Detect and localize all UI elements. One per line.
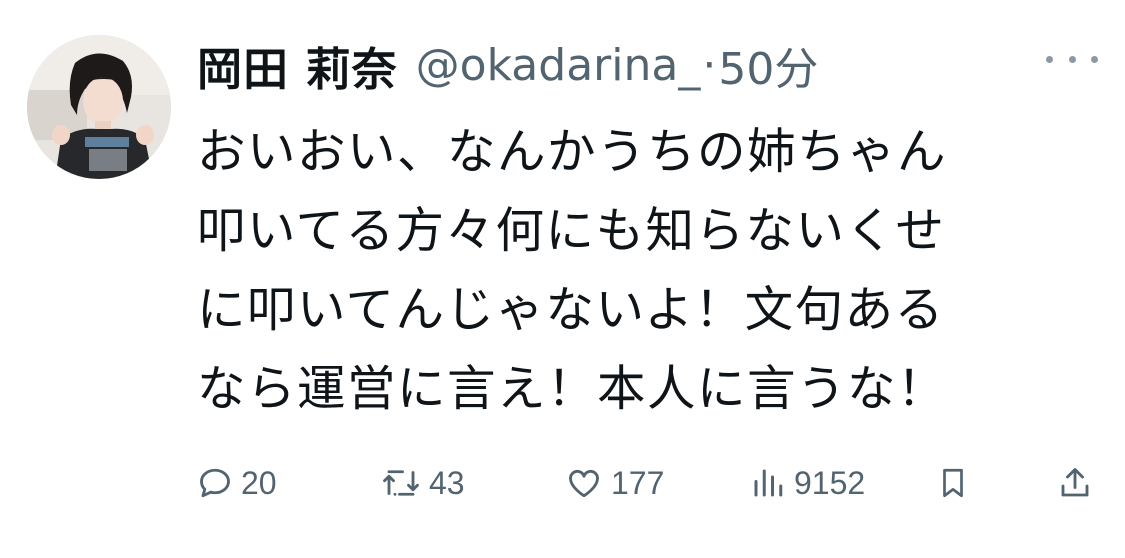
bar-chart-icon	[750, 465, 786, 501]
avatar[interactable]	[27, 35, 171, 179]
reply-count: 20	[241, 464, 277, 501]
more-dot	[1046, 55, 1053, 63]
share-icon	[1057, 465, 1093, 501]
more-dots-icon[interactable]	[1046, 44, 1098, 74]
bookmark-icon	[936, 464, 970, 502]
views-button[interactable]: 9152	[750, 458, 865, 508]
bookmark-button[interactable]	[936, 458, 970, 508]
tweet-text-line: 叩いてる方々何にも知らないくせ	[197, 203, 946, 259]
separator-dot: ·	[702, 39, 717, 91]
share-button[interactable]	[1057, 458, 1093, 508]
like-count: 177	[611, 464, 665, 501]
more-dot	[1068, 55, 1076, 63]
comment-icon	[197, 465, 233, 501]
action-bar: 20 43 177 9152	[0, 458, 1125, 508]
retweet-count: 43	[429, 464, 465, 501]
tweet-header: 岡田 莉奈 @okadarina_ · 50分	[197, 34, 818, 96]
heart-icon	[565, 465, 603, 501]
retweet-button[interactable]: 43	[381, 458, 465, 508]
user-handle[interactable]: @okadarina_	[416, 40, 701, 91]
retweet-icon	[381, 465, 421, 501]
views-count: 9152	[794, 464, 866, 501]
more-dot	[1091, 55, 1098, 63]
tweet-text-line: おいおい、なんかうちの姉ちゃん	[197, 124, 948, 180]
tweet-text-line: に叩いてんじゃないよ！文句ある	[197, 282, 945, 338]
timestamp[interactable]: 50分	[718, 33, 818, 97]
tweet-text: おいおい、なんかうちの姉ちゃん 叩いてる方々何にも知らないくせ に叩いてんじゃな…	[197, 113, 1102, 429]
reply-button[interactable]: 20	[197, 458, 277, 508]
tweet-card: 岡田 莉奈 @okadarina_ · 50分 おいおい、なんかうちの姉ちゃん …	[0, 0, 1125, 558]
tweet-text-line: なら運営に言え！本人に言うな！	[197, 361, 948, 417]
display-name[interactable]: 岡田 莉奈	[197, 33, 398, 98]
like-button[interactable]: 177	[565, 458, 664, 508]
